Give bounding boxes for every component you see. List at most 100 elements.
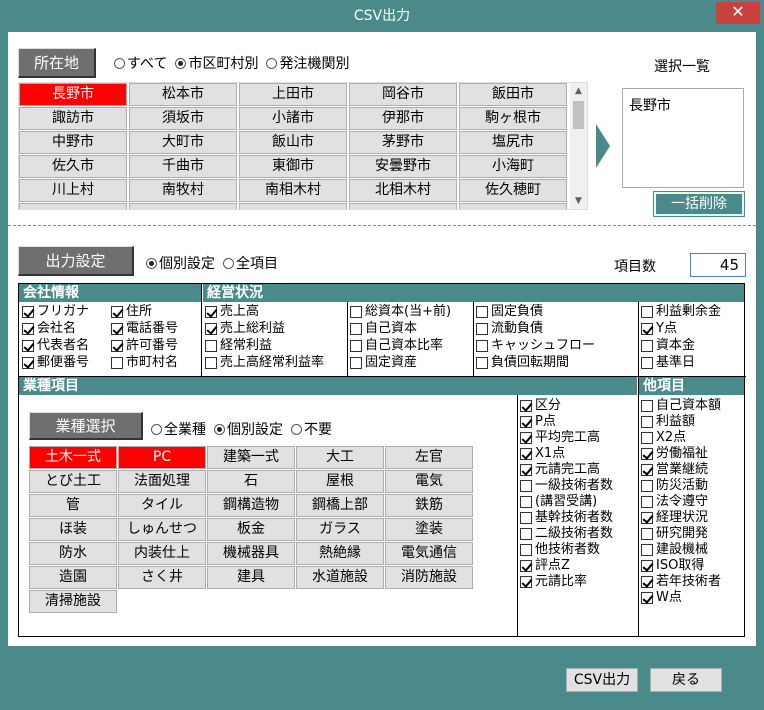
city-button[interactable]: 佐久穂町	[459, 179, 567, 202]
city-button[interactable]: 南相木村	[239, 179, 347, 202]
city-button[interactable]: 川上村	[19, 179, 127, 202]
management-checkbox[interactable]: 固定負債	[476, 304, 543, 320]
city-button[interactable]: 上田市	[239, 83, 347, 106]
city-button[interactable]: 塩尻市	[459, 131, 567, 154]
industry-item-checkbox[interactable]: 基幹技術者数	[520, 510, 613, 526]
output-radio-0[interactable]: 個別設定	[146, 253, 215, 273]
back-button[interactable]: 戻る	[650, 668, 722, 692]
city-button[interactable]: 佐久市	[19, 155, 127, 178]
industry-type-button[interactable]: ほ装	[29, 518, 117, 541]
city-button[interactable]: 小海町	[459, 155, 567, 178]
management-checkbox[interactable]: 総資本(当+前)	[350, 304, 451, 320]
management-checkbox[interactable]: 自己資本	[350, 321, 417, 337]
industry-radio-0[interactable]: 全業種	[151, 419, 206, 439]
industry-type-button[interactable]: しゅんせつ	[118, 518, 206, 541]
item-count-field[interactable]: 45	[690, 253, 746, 277]
industry-item-checkbox[interactable]: 他技術者数	[520, 542, 600, 558]
management-checkbox[interactable]: 利益剰余金	[641, 304, 721, 320]
industry-type-button[interactable]: 大工	[296, 446, 384, 469]
management-checkbox[interactable]: 自己資本比率	[350, 338, 443, 354]
csv-output-button[interactable]: CSV出力	[566, 668, 638, 692]
clear-all-button[interactable]: 一括削除	[653, 191, 745, 217]
industry-type-button[interactable]: 電気通信	[385, 542, 473, 565]
industry-type-button[interactable]: さく井	[118, 566, 206, 589]
other-item-checkbox[interactable]: W点	[641, 590, 682, 606]
scroll-up-icon[interactable]: ▲	[570, 83, 587, 99]
industry-item-checkbox[interactable]: 評点Z	[520, 558, 570, 574]
city-button[interactable]: 長野市	[19, 83, 127, 106]
industry-item-checkbox[interactable]: X1点	[520, 446, 565, 462]
other-item-checkbox[interactable]: 自己資本額	[641, 398, 721, 414]
other-item-checkbox[interactable]: 労働福祉	[641, 446, 708, 462]
scroll-thumb[interactable]	[573, 101, 584, 129]
industry-type-button[interactable]: タイル	[118, 494, 206, 517]
management-checkbox[interactable]: 負債回転期間	[476, 355, 569, 371]
industry-type-button[interactable]: 水道施設	[296, 566, 384, 589]
other-item-checkbox[interactable]: ISO取得	[641, 558, 704, 574]
industry-type-button[interactable]: 管	[29, 494, 117, 517]
industry-type-button[interactable]: 消防施設	[385, 566, 473, 589]
output-radio-1[interactable]: 全項目	[223, 253, 278, 273]
city-button[interactable]: 北相木村	[349, 179, 457, 202]
industry-item-checkbox[interactable]: 平均完工高	[520, 430, 600, 446]
other-item-checkbox[interactable]: X2点	[641, 430, 686, 446]
industry-type-button[interactable]: 土木一式	[29, 446, 117, 469]
management-checkbox[interactable]: 資本金	[641, 338, 695, 354]
industry-item-checkbox[interactable]: 二級技術者数	[520, 526, 613, 542]
industry-type-button[interactable]: 清掃施設	[29, 590, 117, 613]
company-checkbox[interactable]: 郵便番号	[22, 355, 89, 371]
other-item-checkbox[interactable]: 若年技術者	[641, 574, 721, 590]
industry-radio-1[interactable]: 個別設定	[214, 419, 283, 439]
management-checkbox[interactable]: Y点	[641, 321, 677, 337]
industry-type-button[interactable]: 塗装	[385, 518, 473, 541]
other-item-checkbox[interactable]: 経理状況	[641, 510, 708, 526]
other-item-checkbox[interactable]: 防災活動	[641, 478, 708, 494]
location-radio-0[interactable]: すべて	[114, 53, 167, 73]
location-radio-2[interactable]: 発注機関別	[266, 53, 349, 73]
location-radio-1[interactable]: 市区町村別	[175, 53, 258, 73]
management-checkbox[interactable]: 売上総利益	[205, 321, 285, 337]
industry-type-button[interactable]: 熱絶縁	[296, 542, 384, 565]
industry-type-button[interactable]: 屋根	[296, 470, 384, 493]
other-item-checkbox[interactable]: 法令遵守	[641, 494, 708, 510]
other-item-checkbox[interactable]: 建設機械	[641, 542, 708, 558]
industry-item-checkbox[interactable]: P点	[520, 414, 556, 430]
city-button[interactable]: 飯山市	[239, 131, 347, 154]
city-button[interactable]: 大町市	[129, 131, 237, 154]
city-button[interactable]: 東御市	[239, 155, 347, 178]
management-checkbox[interactable]: キャッシュフロー	[476, 338, 595, 354]
industry-type-button[interactable]: 石	[207, 470, 295, 493]
industry-type-button[interactable]: PC	[118, 446, 206, 469]
city-button[interactable]: 須坂市	[129, 107, 237, 130]
industry-type-button[interactable]: 防水	[29, 542, 117, 565]
industry-type-button[interactable]: 鋼構造物	[207, 494, 295, 517]
selection-list[interactable]: 長野市	[622, 88, 744, 188]
city-button[interactable]: 茅野市	[349, 131, 457, 154]
industry-type-button[interactable]: 左官	[385, 446, 473, 469]
city-button[interactable]: 伊那市	[349, 107, 457, 130]
city-button[interactable]: 松本市	[129, 83, 237, 106]
city-button[interactable]: 岡谷市	[349, 83, 457, 106]
industry-type-button[interactable]: 電気	[385, 470, 473, 493]
company-checkbox[interactable]: 代表者名	[22, 338, 89, 354]
industry-type-button[interactable]: 造園	[29, 566, 117, 589]
selection-list-item[interactable]: 長野市	[629, 95, 737, 115]
city-button[interactable]: 飯田市	[459, 83, 567, 106]
city-button[interactable]: 小諸市	[239, 107, 347, 130]
industry-item-checkbox[interactable]: 区分	[520, 398, 561, 414]
industry-type-button[interactable]: 鋼橋上部	[296, 494, 384, 517]
city-button[interactable]: 諏訪市	[19, 107, 127, 130]
industry-radio-2[interactable]: 不要	[291, 419, 332, 439]
management-checkbox[interactable]: 基準日	[641, 355, 695, 371]
close-button[interactable]: ✕	[716, 2, 760, 24]
industry-type-button[interactable]: とび土工	[29, 470, 117, 493]
industry-type-button[interactable]: ガラス	[296, 518, 384, 541]
industry-type-button[interactable]: 内装仕上	[118, 542, 206, 565]
city-list-scrollbar[interactable]: ▲ ▼	[570, 83, 587, 209]
industry-type-button[interactable]: 板金	[207, 518, 295, 541]
other-item-checkbox[interactable]: 営業継続	[641, 462, 708, 478]
company-checkbox[interactable]: 会社名	[22, 321, 76, 337]
industry-item-checkbox[interactable]: 元請比率	[520, 574, 587, 590]
company-checkbox[interactable]: 電話番号	[111, 321, 178, 337]
industry-type-button[interactable]: 法面処理	[118, 470, 206, 493]
